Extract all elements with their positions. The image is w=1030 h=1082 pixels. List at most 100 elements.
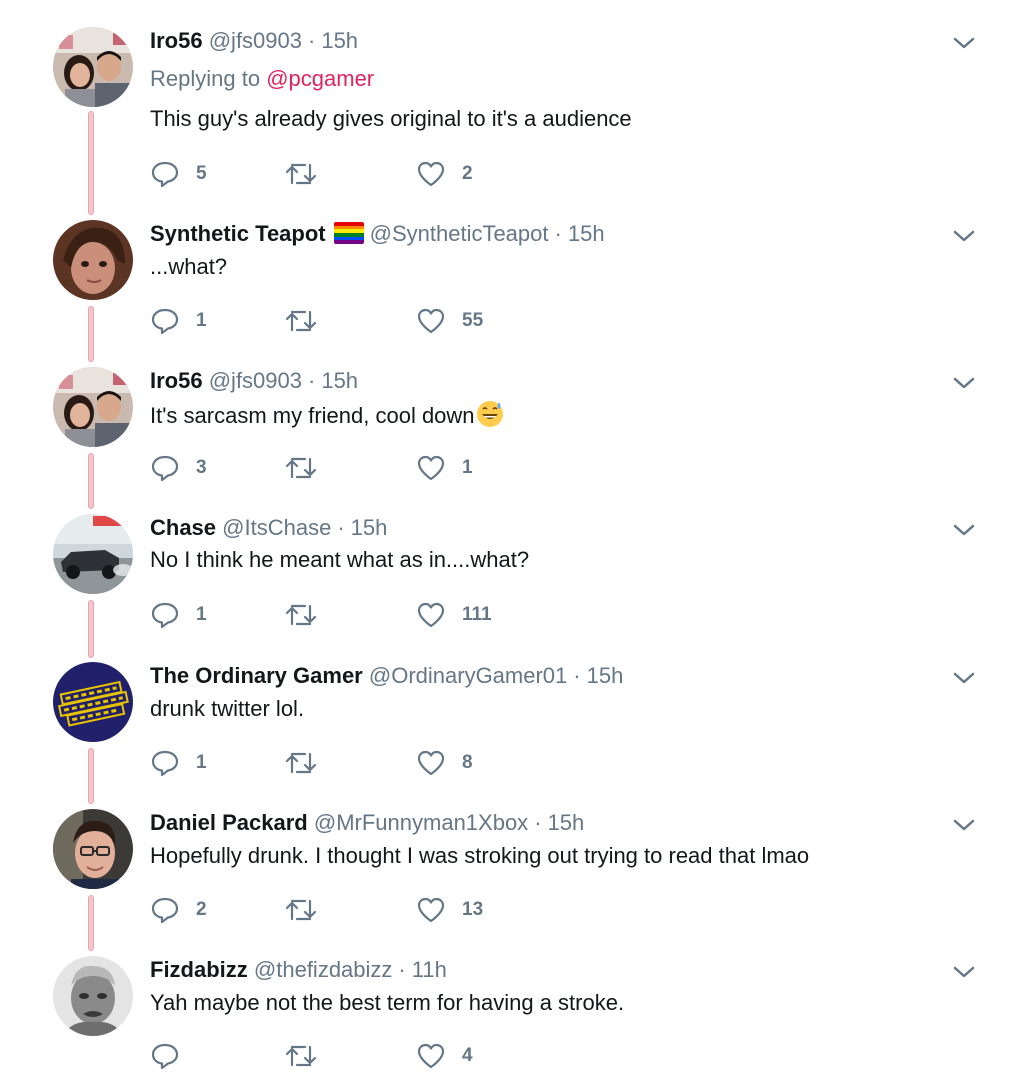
tweet-text-line: It's sarcasm my friend, cool down bbox=[150, 399, 505, 430]
tweet-actions: 1 55 bbox=[150, 306, 550, 336]
reply-button[interactable]: 2 bbox=[150, 895, 207, 925]
reply-icon bbox=[151, 455, 179, 482]
like-button[interactable]: 13 bbox=[416, 895, 483, 925]
tweet-actions: 3 1 bbox=[150, 453, 550, 483]
thread-connector bbox=[88, 453, 94, 509]
like-button[interactable]: 2 bbox=[416, 159, 473, 189]
separator-dot: · bbox=[398, 957, 406, 982]
display-name[interactable]: Iro56 bbox=[150, 368, 203, 393]
timestamp[interactable]: 15h bbox=[321, 28, 358, 53]
retweet-icon bbox=[285, 310, 317, 332]
display-name[interactable]: Iro56 bbox=[150, 28, 203, 53]
avatar[interactable] bbox=[53, 27, 133, 107]
retweet-button[interactable] bbox=[284, 600, 334, 630]
chevron-down-icon[interactable] bbox=[952, 817, 976, 833]
reply-icon bbox=[151, 897, 179, 924]
like-count: 2 bbox=[462, 163, 473, 184]
display-name[interactable]: Synthetic Teapot bbox=[150, 221, 326, 246]
like-count: 8 bbox=[462, 752, 473, 773]
tweet-actions: 1 8 bbox=[150, 748, 550, 778]
replying-to: Replying to @pcgamer bbox=[150, 65, 374, 93]
thread-connector bbox=[88, 748, 94, 804]
tweet-text: No I think he meant what as in....what? bbox=[150, 547, 530, 572]
tweet-text: drunk twitter lol. bbox=[150, 696, 305, 721]
tweet-header: Iro56 @jfs0903 · 15h bbox=[150, 27, 358, 55]
chevron-down-icon[interactable] bbox=[952, 964, 976, 980]
avatar[interactable] bbox=[53, 220, 133, 300]
display-name[interactable]: Chase bbox=[150, 515, 216, 540]
thread-connector bbox=[88, 306, 94, 362]
like-button[interactable]: 8 bbox=[416, 748, 473, 778]
display-name[interactable]: The Ordinary Gamer bbox=[150, 663, 363, 688]
username[interactable]: @jfs0903 bbox=[209, 368, 302, 393]
reply-count: 1 bbox=[196, 752, 207, 773]
tweet-header: The Ordinary Gamer @OrdinaryGamer01 · 15h bbox=[150, 662, 623, 690]
reply-icon bbox=[151, 750, 179, 777]
separator-dot: · bbox=[534, 810, 542, 835]
reply-count: 2 bbox=[196, 899, 207, 920]
retweet-icon bbox=[285, 899, 317, 921]
chevron-down-icon[interactable] bbox=[952, 670, 976, 686]
timestamp[interactable]: 15h bbox=[587, 663, 624, 688]
display-name[interactable]: Daniel Packard bbox=[150, 810, 308, 835]
heart-icon bbox=[417, 602, 445, 628]
avatar[interactable] bbox=[53, 956, 133, 1036]
retweet-button[interactable] bbox=[284, 1041, 334, 1071]
retweet-button[interactable] bbox=[284, 453, 334, 483]
timestamp[interactable]: 15h bbox=[568, 221, 605, 246]
username[interactable]: @jfs0903 bbox=[209, 28, 302, 53]
username[interactable]: @MrFunnyman1Xbox bbox=[314, 810, 528, 835]
heart-icon bbox=[417, 455, 445, 481]
tweet-header: Daniel Packard @MrFunnyman1Xbox · 15h bbox=[150, 809, 584, 837]
username[interactable]: @OrdinaryGamer01 bbox=[369, 663, 567, 688]
tweet-actions: 4 bbox=[150, 1041, 550, 1071]
timestamp[interactable]: 15h bbox=[321, 368, 358, 393]
avatar[interactable] bbox=[53, 809, 133, 889]
avatar[interactable] bbox=[53, 514, 133, 594]
tweet-actions: 1 111 bbox=[150, 600, 550, 630]
tweet-actions: 5 2 bbox=[150, 159, 550, 189]
like-button[interactable]: 111 bbox=[416, 600, 492, 630]
avatar[interactable] bbox=[53, 662, 133, 742]
avatar[interactable] bbox=[53, 367, 133, 447]
mention-link[interactable]: @pcgamer bbox=[266, 66, 374, 91]
separator-dot: · bbox=[554, 221, 562, 246]
retweet-icon bbox=[285, 163, 317, 185]
retweet-button[interactable] bbox=[284, 159, 334, 189]
username[interactable]: @SyntheticTeapot bbox=[370, 221, 549, 246]
reply-button[interactable]: 1 bbox=[150, 306, 207, 336]
reply-button[interactable]: 1 bbox=[150, 748, 207, 778]
reply-button[interactable] bbox=[150, 1041, 196, 1071]
reply-icon bbox=[151, 1043, 179, 1070]
separator-dot: · bbox=[337, 515, 345, 540]
chevron-down-icon[interactable] bbox=[952, 228, 976, 244]
tweet-text: Hopefully drunk. I thought I was strokin… bbox=[150, 843, 810, 868]
retweet-button[interactable] bbox=[284, 306, 334, 336]
username[interactable]: @thefizdabizz bbox=[254, 957, 393, 982]
chevron-down-icon[interactable] bbox=[952, 375, 976, 391]
like-button[interactable]: 4 bbox=[416, 1041, 473, 1071]
tweet-text: This guy's already gives original to it'… bbox=[150, 106, 632, 131]
reply-button[interactable]: 1 bbox=[150, 600, 207, 630]
retweet-button[interactable] bbox=[284, 895, 334, 925]
reply-button[interactable]: 3 bbox=[150, 453, 207, 483]
chevron-down-icon[interactable] bbox=[952, 522, 976, 538]
like-button[interactable]: 1 bbox=[416, 453, 473, 483]
timestamp[interactable]: 15h bbox=[548, 810, 585, 835]
rainbow-flag-icon bbox=[333, 222, 364, 244]
timestamp[interactable]: 11h bbox=[412, 957, 447, 982]
chevron-down-icon[interactable] bbox=[952, 35, 976, 51]
tweet-text: ...what? bbox=[150, 254, 228, 279]
retweet-icon bbox=[285, 457, 317, 479]
tweet-header: Iro56 @jfs0903 · 15h bbox=[150, 367, 358, 395]
reply-button[interactable]: 5 bbox=[150, 159, 207, 189]
display-name[interactable]: Fizdabizz bbox=[150, 957, 248, 982]
timestamp[interactable]: 15h bbox=[351, 515, 388, 540]
reply-count: 1 bbox=[196, 310, 207, 331]
username[interactable]: @ItsChase bbox=[222, 515, 331, 540]
reply-icon bbox=[151, 161, 179, 188]
thread-connector bbox=[88, 111, 94, 215]
like-button[interactable]: 55 bbox=[416, 306, 483, 336]
retweet-button[interactable] bbox=[284, 748, 334, 778]
tweet-actions: 2 13 bbox=[150, 895, 550, 925]
